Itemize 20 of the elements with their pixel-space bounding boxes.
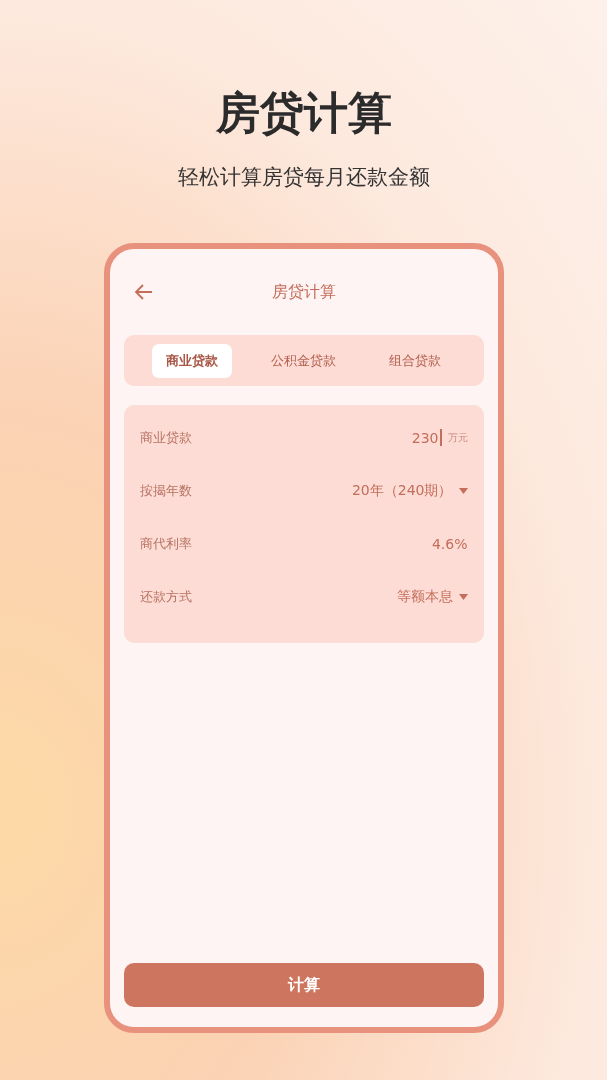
subtitle: 轻松计算房贷每月还款金额	[177, 164, 430, 191]
screen-title: 房贷计算	[271, 281, 336, 301]
field-label: 商代利率	[139, 534, 192, 553]
caret-icon[interactable]	[458, 487, 468, 494]
headline: 房贷计算	[215, 86, 392, 140]
rate-value: 4.6%	[431, 535, 468, 552]
field-label: 商业贷款	[139, 428, 192, 447]
unit-label: 万元	[447, 430, 468, 445]
dropdown-value[interactable]: 等额本息	[396, 587, 453, 606]
field-label: 还款方式	[139, 587, 192, 606]
loan-type-tab[interactable]: 组合贷款	[375, 343, 455, 378]
caret-icon[interactable]	[458, 593, 468, 600]
loan-type-tab[interactable]: 商业贷款	[152, 343, 232, 378]
dropdown-value[interactable]: 20年（240期）	[351, 481, 453, 500]
calculate-button[interactable]: 计算	[123, 963, 484, 1007]
loan-amount-input[interactable]: 230	[411, 429, 439, 446]
field-label: 按揭年数	[139, 481, 192, 500]
loan-type-tab[interactable]: 公积金贷款	[257, 343, 350, 378]
back-arrow-icon[interactable]	[133, 282, 154, 302]
text-cursor	[439, 429, 442, 446]
